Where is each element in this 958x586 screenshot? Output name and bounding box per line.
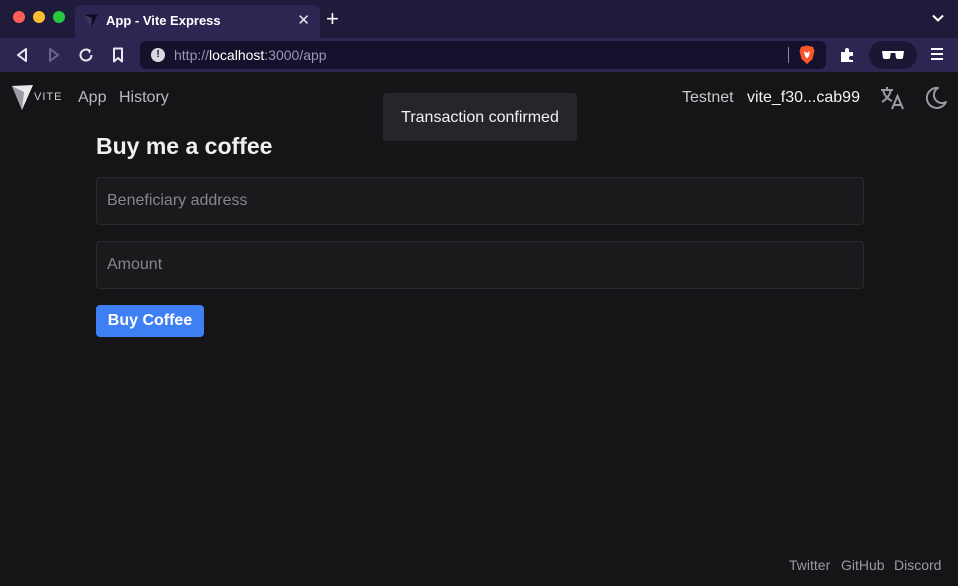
vite-logo[interactable]: VITE xyxy=(12,85,64,111)
close-tab-icon[interactable]: ✕ xyxy=(297,11,310,29)
back-icon[interactable] xyxy=(13,46,31,64)
moon-icon[interactable] xyxy=(923,85,949,111)
tab-title: App - Vite Express xyxy=(106,13,221,28)
brave-shields-icon[interactable] xyxy=(798,45,816,65)
buy-coffee-button[interactable]: Buy Coffee xyxy=(96,305,204,337)
site-info-icon[interactable]: ! xyxy=(151,48,165,62)
minimize-window-button[interactable] xyxy=(33,11,45,23)
beneficiary-address-input[interactable] xyxy=(96,177,864,225)
footer-link-github[interactable]: GitHub xyxy=(841,557,885,573)
close-window-button[interactable] xyxy=(13,11,25,23)
nav-link-history[interactable]: History xyxy=(119,89,169,107)
nav-link-app[interactable]: App xyxy=(78,89,106,107)
vite-logo-icon xyxy=(12,85,33,110)
chevron-down-icon[interactable] xyxy=(932,12,944,24)
reload-icon[interactable] xyxy=(77,46,95,64)
translate-icon[interactable] xyxy=(879,85,905,111)
vite-favicon-icon xyxy=(84,14,98,28)
menu-icon[interactable] xyxy=(930,47,944,61)
browser-toolbar: ! http://localhost:3000/app xyxy=(0,38,958,72)
toast-message: Transaction confirmed xyxy=(401,109,559,126)
forward-icon[interactable] xyxy=(45,46,63,64)
address-bar[interactable]: ! http://localhost:3000/app xyxy=(140,41,826,69)
web-page: VITE App History Testnet vite_f30...cab9… xyxy=(0,72,958,586)
amount-input[interactable] xyxy=(96,241,864,289)
new-tab-button[interactable]: + xyxy=(326,7,339,31)
zoom-window-button[interactable] xyxy=(53,11,65,23)
wallet-address[interactable]: vite_f30...cab99 xyxy=(747,89,860,107)
extensions-icon[interactable] xyxy=(838,46,856,64)
toast-notification: Transaction confirmed xyxy=(383,93,577,141)
tab-active[interactable]: App - Vite Express ✕ xyxy=(75,5,320,38)
logo-text: VITE xyxy=(34,91,63,103)
profile-button[interactable] xyxy=(869,41,917,69)
browser-window: App - Vite Express ✕ + ! http://localhos… xyxy=(0,0,958,586)
footer-link-twitter[interactable]: Twitter xyxy=(789,557,830,573)
url-text[interactable]: http://localhost:3000/app xyxy=(174,47,327,63)
bookmark-icon[interactable] xyxy=(109,46,127,64)
footer-link-discord[interactable]: Discord xyxy=(894,557,941,573)
page-title: Buy me a coffee xyxy=(96,133,273,159)
url-separator xyxy=(788,47,789,63)
tab-strip: App - Vite Express ✕ + xyxy=(0,0,958,38)
network-selector[interactable]: Testnet xyxy=(682,89,734,107)
private-glasses-icon xyxy=(882,51,904,60)
